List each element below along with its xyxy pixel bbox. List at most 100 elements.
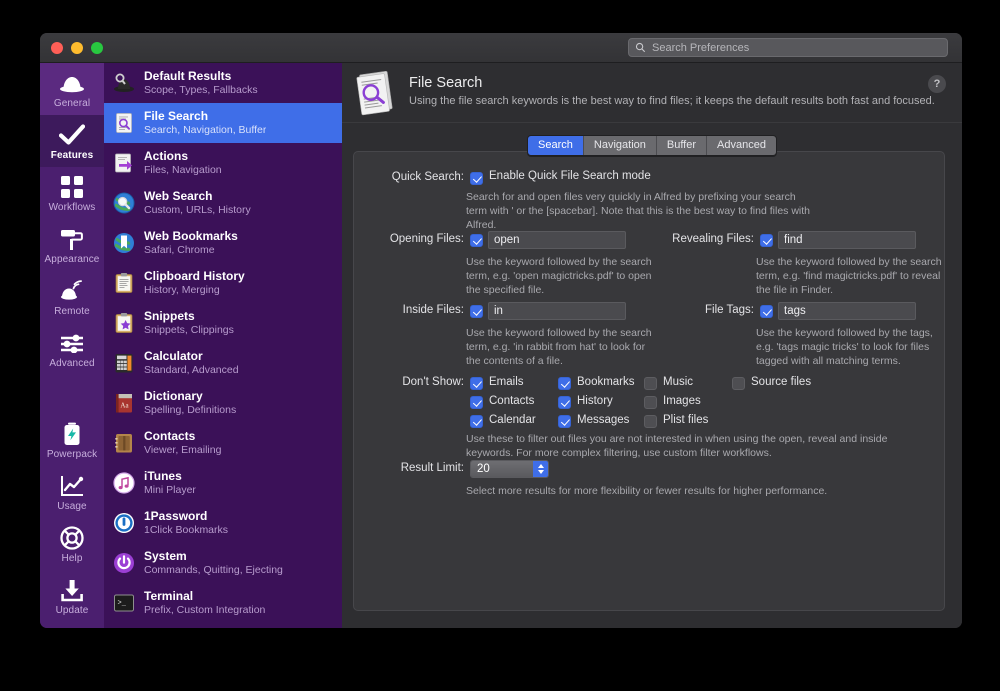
title-bar	[40, 33, 962, 63]
tab-search[interactable]: Search	[528, 136, 584, 155]
feature-item-subtitle: Safari, Chrome	[144, 244, 238, 256]
result-limit-description: Select more results for more flexibility…	[466, 484, 936, 498]
feature-list-item-snippets[interactable]: SnippetsSnippets, Clippings	[104, 303, 342, 343]
rail-item-general[interactable]: General	[40, 63, 104, 115]
dont-show-item[interactable]: History	[558, 395, 613, 407]
maximize-button[interactable]	[91, 42, 103, 54]
feature-item-title: Clipboard History	[144, 270, 245, 284]
feature-list-item-file-search[interactable]: File SearchSearch, Navigation, Buffer	[104, 103, 342, 143]
feature-list-item-clipboard-history[interactable]: Clipboard HistoryHistory, Merging	[104, 263, 342, 303]
quick-search-checkbox[interactable]	[470, 172, 483, 185]
dont-show-item[interactable]: Messages	[558, 414, 629, 426]
document-arrow-icon	[113, 152, 135, 174]
rail-item-label: Help	[40, 553, 104, 564]
dont-show-item[interactable]: Images	[644, 395, 701, 407]
content-header: File Search Using the file search keywor…	[342, 63, 962, 123]
feature-list-item-web-search[interactable]: Web SearchCustom, URLs, History	[104, 183, 342, 223]
dont-show-checkbox-calendar[interactable]	[470, 415, 483, 428]
feature-item-subtitle: History, Merging	[144, 284, 245, 296]
clipboard-star-icon	[113, 312, 135, 334]
feature-item-title: Web Bookmarks	[144, 230, 238, 244]
dont-show-checkbox-messages[interactable]	[558, 415, 571, 428]
feature-list-item-dictionary[interactable]: AaDictionarySpelling, Definitions	[104, 383, 342, 423]
close-button[interactable]	[51, 42, 63, 54]
dont-show-item[interactable]: Music	[644, 376, 693, 388]
inside-files-keyword-input[interactable]	[488, 302, 626, 320]
dont-show-item[interactable]: Emails	[470, 376, 524, 388]
file-tags-keyword-input[interactable]	[778, 302, 916, 320]
feature-item-title: Web Search	[144, 190, 251, 204]
feature-list-item-1password[interactable]: 1Password1Click Bookmarks	[104, 503, 342, 543]
feature-item-title: Snippets	[144, 310, 234, 324]
feature-item-title: Actions	[144, 150, 222, 164]
opening-files-keyword-input[interactable]	[488, 231, 626, 249]
feature-list[interactable]: Default ResultsScope, Types, FallbacksFi…	[104, 63, 342, 628]
calculator-icon	[113, 352, 135, 374]
page-subtitle: Using the file search keywords is the be…	[409, 95, 935, 107]
onepassword-icon	[113, 512, 135, 534]
opening-files-label: Opening Files:	[354, 233, 464, 245]
dont-show-item[interactable]: Source files	[732, 376, 811, 388]
rail-item-usage[interactable]: Usage	[40, 466, 104, 518]
dont-show-checkbox-contacts[interactable]	[470, 396, 483, 409]
dictionary-icon: Aa	[113, 392, 135, 414]
help-button[interactable]: ?	[928, 75, 946, 93]
revealing-files-label: Revealing Files:	[642, 233, 754, 245]
feature-list-item-itunes[interactable]: iTunesMini Player	[104, 463, 342, 503]
dont-show-item[interactable]: Calendar	[470, 414, 536, 426]
rail-item-update[interactable]: Update	[40, 570, 104, 622]
stepper-up-icon[interactable]	[538, 464, 544, 468]
file-tags-description: Use the keyword followed by the tags, e.…	[756, 326, 946, 369]
dont-show-description: Use these to filter out files you are no…	[466, 432, 936, 460]
inside-files-description: Use the keyword followed by the search t…	[466, 326, 656, 369]
revealing-files-checkbox[interactable]	[760, 234, 773, 247]
feature-item-title: File Search	[144, 110, 266, 124]
dont-show-checkbox-music[interactable]	[644, 377, 657, 390]
rail-item-help[interactable]: Help	[40, 518, 104, 570]
dont-show-item[interactable]: Contacts	[470, 395, 534, 407]
tab-buffer[interactable]: Buffer	[657, 136, 707, 155]
dont-show-item[interactable]: Bookmarks	[558, 376, 635, 388]
dont-show-checkbox-images[interactable]	[644, 396, 657, 409]
dont-show-checkbox-plist-files[interactable]	[644, 415, 657, 428]
dont-show-item[interactable]: Plist files	[644, 414, 708, 426]
result-limit-stepper[interactable]: 20	[470, 460, 549, 478]
dont-show-checkbox-bookmarks[interactable]	[558, 377, 571, 390]
dont-show-checkbox-history[interactable]	[558, 396, 571, 409]
rail-item-remote[interactable]: Remote	[40, 271, 104, 323]
tab-navigation[interactable]: Navigation	[584, 136, 657, 155]
rail-item-features[interactable]: Features	[40, 115, 104, 167]
feature-item-subtitle: Mini Player	[144, 484, 196, 496]
minimize-button[interactable]	[71, 42, 83, 54]
feature-item-subtitle: Commands, Quitting, Ejecting	[144, 564, 283, 576]
feature-list-item-contacts[interactable]: ContactsViewer, Emailing	[104, 423, 342, 463]
stepper-arrows[interactable]	[533, 461, 548, 477]
file-tags-checkbox[interactable]	[760, 305, 773, 318]
feature-list-item-terminal[interactable]: >_TerminalPrefix, Custom Integration	[104, 583, 342, 623]
dont-show-checkbox-emails[interactable]	[470, 377, 483, 390]
feature-item-subtitle: Custom, URLs, History	[144, 204, 251, 216]
feature-list-item-calculator[interactable]: CalculatorStandard, Advanced	[104, 343, 342, 383]
opening-files-checkbox[interactable]	[470, 234, 483, 247]
feature-list-item-system[interactable]: SystemCommands, Quitting, Ejecting	[104, 543, 342, 583]
rail-item-workflows[interactable]: Workflows	[40, 167, 104, 219]
inside-files-checkbox[interactable]	[470, 305, 483, 318]
tab-advanced[interactable]: Advanced	[707, 136, 776, 155]
dont-show-checkbox-source-files[interactable]	[732, 377, 745, 390]
feature-list-item-web-bookmarks[interactable]: Web BookmarksSafari, Chrome	[104, 223, 342, 263]
window-controls	[51, 42, 103, 54]
stepper-down-icon[interactable]	[538, 470, 544, 474]
revealing-files-keyword-input[interactable]	[778, 231, 916, 249]
feature-item-subtitle: Prefix, Custom Integration	[144, 604, 265, 616]
rail-item-appearance[interactable]: Appearance	[40, 219, 104, 271]
feature-list-item-default-results[interactable]: Default ResultsScope, Types, Fallbacks	[104, 63, 342, 103]
feature-list-item-actions[interactable]: ActionsFiles, Navigation	[104, 143, 342, 183]
feature-list-item-large-type[interactable]: LLarge TypeDisplay, Font	[104, 623, 342, 628]
rail-item-label: Workflows	[40, 202, 104, 213]
rail-item-advanced[interactable]: Advanced	[40, 323, 104, 375]
itunes-note-icon	[113, 472, 135, 494]
rail-item-powerpack[interactable]: Powerpack	[40, 414, 104, 466]
search-input[interactable]	[650, 41, 947, 55]
download-icon	[40, 577, 104, 603]
search-preferences-field[interactable]	[628, 38, 948, 57]
